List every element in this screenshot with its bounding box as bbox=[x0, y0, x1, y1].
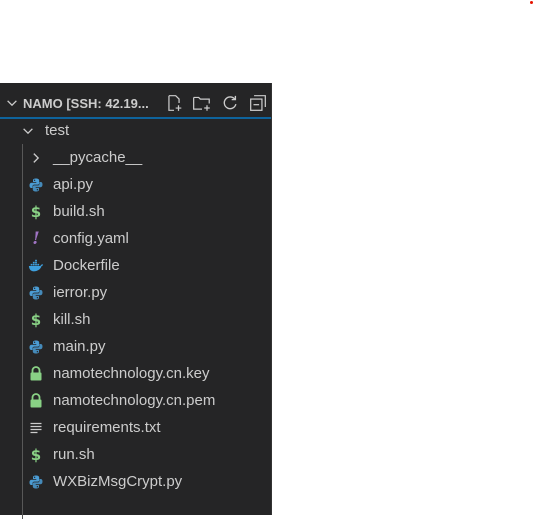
file-label: namotechnology.cn.pem bbox=[53, 392, 216, 409]
explorer-panel: NAMO [SSH: 42.19... test __pycache__ api.… bbox=[0, 83, 272, 519]
file-label: run.sh bbox=[53, 446, 95, 463]
python-icon bbox=[28, 177, 44, 193]
python-icon bbox=[28, 474, 44, 490]
chevron-down-icon bbox=[20, 123, 36, 139]
file-item[interactable]: $ build.sh bbox=[0, 198, 271, 225]
file-item[interactable]: ! config.yaml bbox=[0, 225, 271, 252]
folder-test[interactable]: test bbox=[0, 117, 271, 144]
file-label: ierror.py bbox=[53, 284, 108, 301]
file-item[interactable]: $ kill.sh bbox=[0, 306, 271, 333]
new-file-icon[interactable] bbox=[163, 92, 185, 114]
file-item[interactable]: main.py bbox=[0, 333, 271, 360]
dollar-icon: $ bbox=[30, 310, 42, 329]
lock-icon bbox=[28, 366, 44, 382]
file-label: build.sh bbox=[53, 203, 105, 220]
new-folder-icon[interactable] bbox=[191, 92, 213, 114]
folder-item[interactable]: __pycache__ bbox=[0, 144, 271, 171]
file-item[interactable]: ierror.py bbox=[0, 279, 271, 306]
file-list: __pycache__ api.py $ build.sh! config.yaml Do… bbox=[0, 144, 271, 495]
explorer-header[interactable]: NAMO [SSH: 42.19... bbox=[0, 89, 271, 117]
lines-icon bbox=[28, 420, 44, 436]
file-item[interactable]: WXBizMsgCrypt.py bbox=[0, 468, 271, 495]
file-label: Dockerfile bbox=[53, 257, 120, 274]
file-item[interactable]: api.py bbox=[0, 171, 271, 198]
file-label: __pycache__ bbox=[53, 149, 143, 166]
file-label: config.yaml bbox=[53, 230, 129, 247]
chevron-down-icon[interactable] bbox=[3, 89, 21, 117]
file-label: WXBizMsgCrypt.py bbox=[53, 473, 183, 490]
workspace-title: NAMO [SSH: 42.19... bbox=[23, 95, 149, 111]
exclamation-icon: ! bbox=[32, 228, 40, 249]
folder-label: test bbox=[45, 122, 70, 139]
file-label: main.py bbox=[53, 338, 106, 355]
file-item[interactable]: $ run.sh bbox=[0, 441, 271, 468]
explorer-actions bbox=[157, 89, 269, 117]
python-icon bbox=[28, 285, 44, 301]
file-item[interactable]: namotechnology.cn.key bbox=[0, 360, 271, 387]
notification-dot bbox=[530, 1, 533, 4]
lock-icon bbox=[28, 393, 44, 409]
dollar-icon: $ bbox=[30, 202, 42, 221]
collapse-all-icon[interactable] bbox=[247, 92, 269, 114]
file-label: namotechnology.cn.key bbox=[53, 365, 210, 382]
python-icon bbox=[28, 339, 44, 355]
file-item[interactable]: requirements.txt bbox=[0, 414, 271, 441]
file-tree: test __pycache__ api.py $ build.sh! config.y… bbox=[0, 117, 271, 495]
dollar-icon: $ bbox=[30, 445, 42, 464]
docker-icon bbox=[28, 258, 44, 274]
file-item[interactable]: namotechnology.cn.pem bbox=[0, 387, 271, 414]
refresh-icon[interactable] bbox=[219, 92, 241, 114]
chevron-right-icon bbox=[28, 150, 44, 166]
file-item[interactable]: Dockerfile bbox=[0, 252, 271, 279]
file-label: requirements.txt bbox=[53, 419, 161, 436]
file-label: kill.sh bbox=[53, 311, 91, 328]
file-label: api.py bbox=[53, 176, 94, 193]
